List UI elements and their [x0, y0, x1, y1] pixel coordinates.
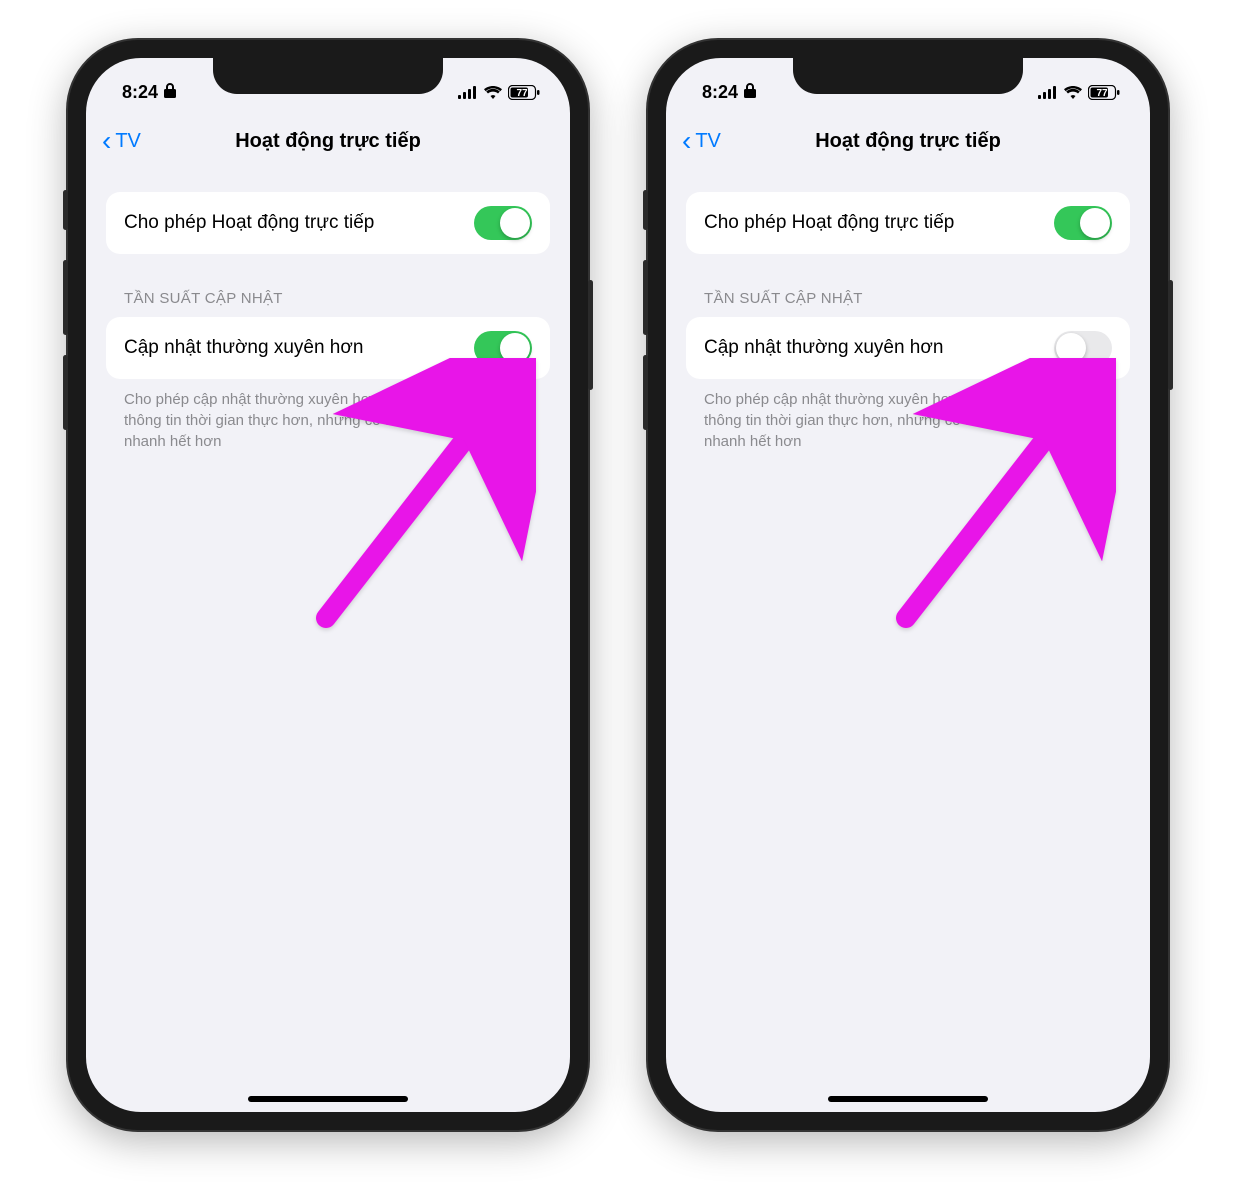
more-frequent-updates-row[interactable]: Cập nhật thường xuyên hơn [106, 317, 550, 379]
allow-live-activities-row[interactable]: Cho phép Hoạt động trực tiếp [106, 192, 550, 254]
settings-content: Cho phép Hoạt động trực tiếp TẦN SUẤT CẬ… [86, 168, 570, 452]
back-label: TV [115, 130, 141, 153]
phone-mute-switch [643, 190, 648, 230]
home-indicator[interactable] [248, 1096, 408, 1102]
notch [793, 58, 1023, 94]
cellular-signal-icon [458, 86, 478, 99]
lock-icon [164, 82, 176, 103]
more-frequent-updates-toggle[interactable] [1054, 331, 1112, 365]
allow-live-activities-toggle[interactable] [1054, 206, 1112, 240]
navigation-bar: ‹ TV Hoạt động trực tiếp [86, 114, 570, 168]
update-frequency-group: Cập nhật thường xuyên hơn [686, 317, 1130, 379]
battery-percent: 77 [516, 88, 528, 99]
more-frequent-updates-row[interactable]: Cập nhật thường xuyên hơn [686, 317, 1130, 379]
allow-live-activities-group: Cho phép Hoạt động trực tiếp [686, 192, 1130, 254]
back-button[interactable]: ‹ TV [102, 127, 141, 155]
phone-volume-down [643, 355, 648, 430]
status-time: 8:24 [702, 82, 738, 103]
status-time: 8:24 [122, 82, 158, 103]
chevron-left-icon: ‹ [102, 127, 111, 155]
wifi-icon [1064, 86, 1082, 99]
more-frequent-updates-label: Cập nhật thường xuyên hơn [124, 337, 363, 359]
toggle-knob [1056, 333, 1086, 363]
phone-volume-down [63, 355, 68, 430]
update-frequency-footer: Cho phép cập nhật thường xuyên hơn để có… [686, 379, 1130, 452]
page-title: Hoạt động trực tiếp [86, 130, 570, 153]
allow-live-activities-label: Cho phép Hoạt động trực tiếp [124, 212, 374, 234]
screen: 8:24 77 ‹ TV Hoạt [666, 58, 1150, 1112]
more-frequent-updates-label: Cập nhật thường xuyên hơn [704, 337, 943, 359]
phone-power-button [1168, 280, 1173, 390]
battery-percent: 77 [1096, 88, 1108, 99]
notch [213, 58, 443, 94]
allow-live-activities-label: Cho phép Hoạt động trực tiếp [704, 212, 954, 234]
allow-live-activities-group: Cho phép Hoạt động trực tiếp [106, 192, 550, 254]
phone-mockup-right: 8:24 77 ‹ TV Hoạt [648, 40, 1168, 1130]
allow-live-activities-toggle[interactable] [474, 206, 532, 240]
phone-mockup-left: 8:24 77 ‹ TV Hoạt [68, 40, 588, 1130]
toggle-knob [500, 208, 530, 238]
more-frequent-updates-toggle[interactable] [474, 331, 532, 365]
page-title: Hoạt động trực tiếp [666, 130, 1150, 153]
allow-live-activities-row[interactable]: Cho phép Hoạt động trực tiếp [686, 192, 1130, 254]
screen: 8:24 77 ‹ TV Hoạt [86, 58, 570, 1112]
phone-volume-up [63, 260, 68, 335]
phone-mute-switch [63, 190, 68, 230]
navigation-bar: ‹ TV Hoạt động trực tiếp [666, 114, 1150, 168]
back-button[interactable]: ‹ TV [682, 127, 721, 155]
battery-icon: 77 [1088, 85, 1120, 100]
update-frequency-header: TẦN SUẤT CẬP NHẬT [686, 254, 1130, 317]
battery-icon: 77 [508, 85, 540, 100]
back-label: TV [695, 130, 721, 153]
toggle-knob [500, 333, 530, 363]
update-frequency-header: TẦN SUẤT CẬP NHẬT [106, 254, 550, 317]
update-frequency-group: Cập nhật thường xuyên hơn [106, 317, 550, 379]
lock-icon [744, 82, 756, 103]
settings-content: Cho phép Hoạt động trực tiếp TẦN SUẤT CẬ… [666, 168, 1150, 452]
chevron-left-icon: ‹ [682, 127, 691, 155]
cellular-signal-icon [1038, 86, 1058, 99]
wifi-icon [484, 86, 502, 99]
phone-volume-up [643, 260, 648, 335]
home-indicator[interactable] [828, 1096, 988, 1102]
update-frequency-footer: Cho phép cập nhật thường xuyên hơn để có… [106, 379, 550, 452]
toggle-knob [1080, 208, 1110, 238]
phone-power-button [588, 280, 593, 390]
